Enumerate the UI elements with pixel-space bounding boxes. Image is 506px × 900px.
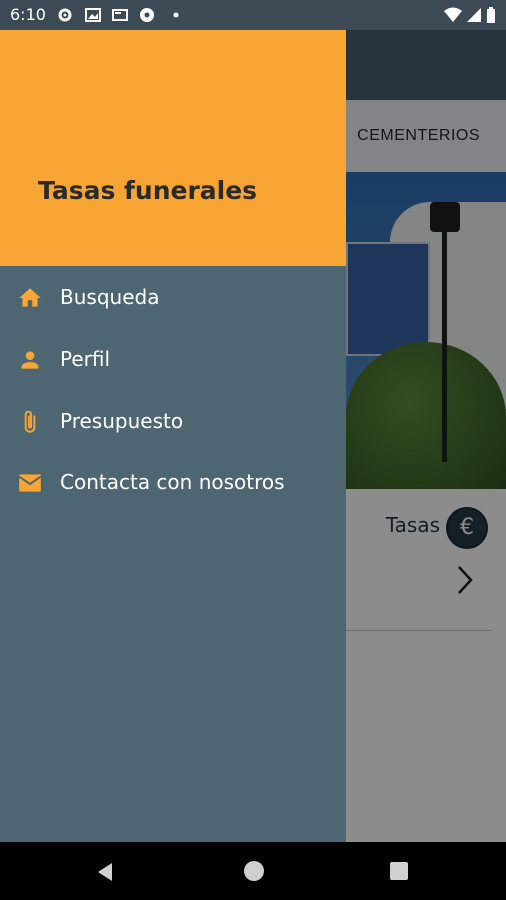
home-icon bbox=[19, 288, 41, 307]
sports-icon bbox=[140, 8, 154, 22]
drawer-header: Tasas funerales bbox=[0, 30, 346, 266]
wifi-icon bbox=[444, 7, 462, 22]
recents-icon[interactable] bbox=[390, 862, 408, 880]
menu-item-perfil[interactable]: Perfil bbox=[0, 333, 346, 389]
navigation-drawer: Tasas funerales Busqueda Perfil Presupue… bbox=[0, 30, 346, 842]
photo-icon bbox=[85, 8, 101, 22]
menu-item-label: Contacta con nosotros bbox=[60, 470, 285, 494]
screen-icon bbox=[112, 9, 128, 21]
system-nav-bar bbox=[0, 842, 506, 900]
settings-icon bbox=[58, 8, 72, 22]
menu-item-label: Busqueda bbox=[60, 285, 160, 309]
status-bar: 6:10 bbox=[0, 0, 506, 30]
paperclip-icon bbox=[24, 410, 36, 433]
menu-item-label: Presupuesto bbox=[60, 409, 184, 433]
dot-icon bbox=[173, 12, 179, 18]
battery-icon bbox=[487, 7, 495, 23]
status-time: 6:10 bbox=[10, 5, 46, 24]
menu-item-presupuesto[interactable]: Presupuesto bbox=[0, 395, 346, 451]
menu-item-busqueda[interactable]: Busqueda bbox=[0, 271, 346, 327]
back-icon[interactable] bbox=[96, 862, 114, 882]
menu-item-contacta[interactable]: Contacta con nosotros bbox=[0, 456, 346, 512]
drawer-title: Tasas funerales bbox=[38, 176, 258, 205]
signal-icon bbox=[467, 8, 481, 22]
email-icon bbox=[18, 474, 42, 492]
home-circle-icon[interactable] bbox=[244, 861, 264, 881]
person-icon bbox=[21, 351, 39, 369]
menu-item-label: Perfil bbox=[60, 347, 111, 371]
